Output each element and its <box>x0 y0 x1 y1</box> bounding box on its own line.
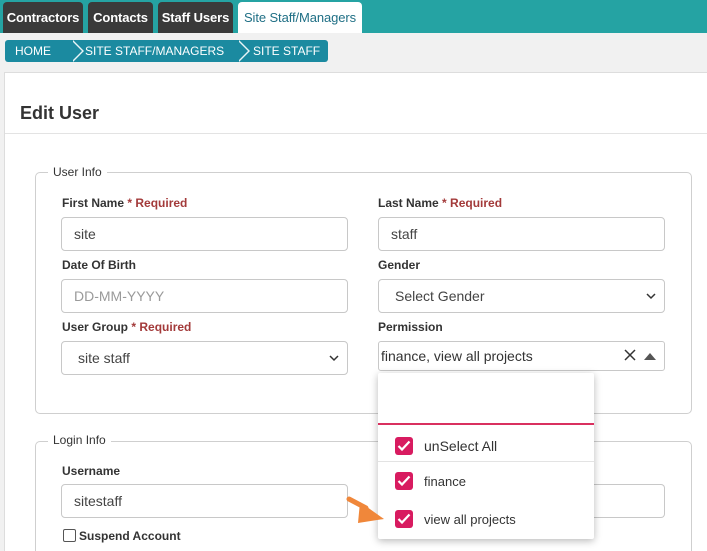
option-view-all-projects[interactable]: view all projects <box>378 500 594 538</box>
tab-staff-users[interactable]: Staff Users <box>158 2 233 33</box>
checkbox-checked-icon <box>395 437 413 455</box>
option-label: view all projects <box>424 511 516 527</box>
suspend-account-checkbox[interactable] <box>63 529 76 542</box>
top-tab-bar: Contractors Contacts Staff Users Site St… <box>0 0 707 33</box>
chevron-down-icon <box>329 355 339 362</box>
caret-up-icon[interactable] <box>644 352 656 360</box>
login-field-right[interactable] <box>594 484 665 518</box>
dropdown-search-input[interactable] <box>378 373 594 425</box>
checkbox-checked-icon <box>395 510 413 528</box>
permission-multiselect[interactable]: finance, view all projects <box>378 341 665 371</box>
first-name-input[interactable]: site <box>61 217 348 251</box>
last-name-input[interactable]: staff <box>378 217 665 251</box>
permission-label: Permission <box>378 320 443 334</box>
user-info-legend: User Info <box>48 165 107 179</box>
username-input[interactable]: sitestaff <box>61 484 348 518</box>
suspend-account-label: Suspend Account <box>79 529 181 543</box>
dob-label: Date Of Birth <box>62 258 137 272</box>
last-name-label: Last Name * Required <box>378 196 503 210</box>
breadcrumb-home[interactable]: HOME <box>5 40 84 62</box>
checkbox-checked-icon <box>395 472 413 490</box>
user-group-label: User Group * Required <box>62 320 192 334</box>
option-finance[interactable]: finance <box>378 462 594 500</box>
tab-contractors[interactable]: Contractors <box>3 2 83 33</box>
page-title: Edit User <box>20 103 100 123</box>
gender-value: Select Gender <box>395 288 485 304</box>
first-name-label: First Name * Required <box>62 196 188 210</box>
breadcrumb-site-staff-managers[interactable]: SITE STAFF/MANAGERS <box>63 40 250 62</box>
tab-contacts[interactable]: Contacts <box>88 2 153 33</box>
option-label: unSelect All <box>424 438 498 454</box>
username-label: Username <box>62 464 121 478</box>
user-group-value: site staff <box>78 350 130 366</box>
permission-dropdown: unSelect All finance view all projects <box>378 373 594 539</box>
dob-input[interactable]: DD-MM-YYYY <box>61 279 348 313</box>
option-unselect-all[interactable]: unSelect All <box>378 427 594 465</box>
option-label: finance <box>424 473 466 489</box>
annotation-arrow-icon <box>346 496 384 523</box>
login-info-legend: Login Info <box>48 433 111 447</box>
tab-site-staff-managers[interactable]: Site Staff/Managers <box>238 2 362 33</box>
permission-value: finance, view all projects <box>381 348 533 364</box>
gender-select[interactable]: Select Gender <box>378 279 665 313</box>
title-divider <box>5 133 707 134</box>
gender-label: Gender <box>378 258 421 272</box>
user-group-select[interactable]: site staff <box>61 341 348 375</box>
clear-icon[interactable] <box>624 349 636 361</box>
chevron-down-icon <box>646 293 656 300</box>
